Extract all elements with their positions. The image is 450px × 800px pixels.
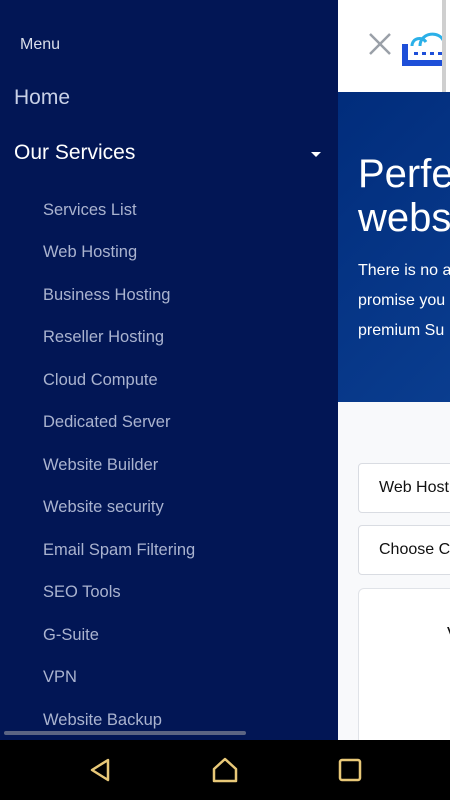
plan-card[interactable]: V	[358, 588, 450, 740]
caret-down-icon[interactable]	[311, 152, 321, 157]
sub-item-business-hosting[interactable]: Business Hosting	[43, 286, 170, 305]
home-icon[interactable]	[209, 754, 241, 786]
service-select[interactable]: Web Host	[358, 463, 450, 513]
hero-text-line2: promise you	[358, 292, 446, 309]
hero-title-line1: Perfe	[358, 152, 450, 196]
nav-item-our-services[interactable]: Our Services	[14, 141, 135, 165]
hero-title-line2: webs	[358, 196, 450, 240]
hero-title: Perfe webs	[358, 152, 450, 240]
recents-icon[interactable]	[334, 754, 366, 786]
sub-item-g-suite[interactable]: G-Suite	[43, 626, 99, 645]
close-icon[interactable]	[366, 30, 394, 58]
hero-text-line3: premium Su	[358, 322, 445, 339]
page-scrollbar[interactable]	[442, 0, 446, 92]
sub-item-web-hosting[interactable]: Web Hosting	[43, 243, 137, 262]
sub-item-website-security[interactable]: Website security	[43, 498, 164, 517]
back-icon[interactable]	[84, 754, 116, 786]
system-navigation-bar	[0, 740, 450, 800]
hero-text: There is no a promise you premium Su	[358, 256, 450, 346]
drawer-scrollbar[interactable]	[4, 731, 246, 735]
sub-item-website-backup[interactable]: Website Backup	[43, 711, 162, 730]
sub-item-seo-tools[interactable]: SEO Tools	[43, 583, 121, 602]
navigation-drawer: Menu Home Our Services Services List Web…	[0, 0, 338, 740]
sub-item-email-spam-filtering[interactable]: Email Spam Filtering	[43, 541, 195, 560]
sub-item-website-builder[interactable]: Website Builder	[43, 456, 158, 475]
sub-item-vpn[interactable]: VPN	[43, 668, 77, 687]
sub-item-reseller-hosting[interactable]: Reseller Hosting	[43, 328, 164, 347]
sub-item-services-list[interactable]: Services List	[43, 201, 137, 220]
sub-item-dedicated-server[interactable]: Dedicated Server	[43, 413, 170, 432]
menu-label: Menu	[20, 36, 61, 53]
sub-item-cloud-compute[interactable]: Cloud Compute	[43, 371, 158, 390]
hero-text-line1: There is no a	[358, 262, 450, 279]
plan-select[interactable]: Choose C	[358, 525, 450, 575]
nav-item-home[interactable]: Home	[14, 86, 70, 110]
